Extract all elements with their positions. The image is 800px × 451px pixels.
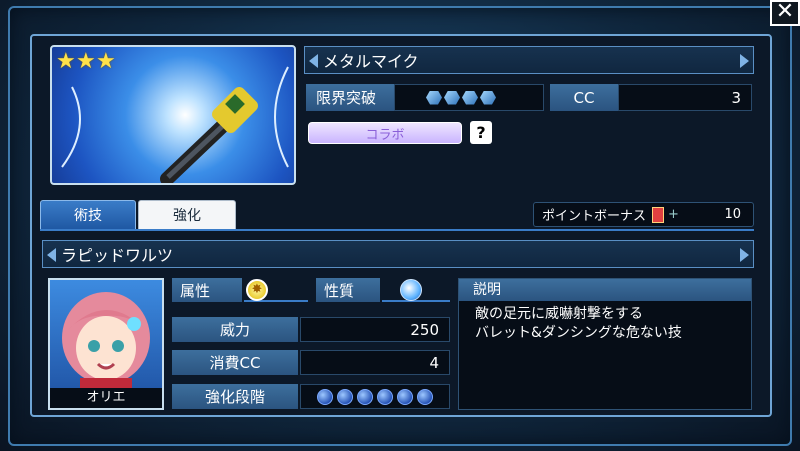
point-bonus-label: ポイントボーナス bbox=[542, 209, 647, 224]
tab-underline bbox=[40, 229, 754, 231]
attribute-value: ✸ bbox=[244, 278, 308, 302]
description-text: 敵の足元に威嚇射撃をする バレット&ダンシングな危ない技 bbox=[459, 301, 751, 347]
help-button[interactable]: ? bbox=[470, 121, 492, 144]
description-box: 説明 敵の足元に威嚇射撃をする バレット&ダンシングな危ない技 bbox=[458, 278, 752, 410]
skill-name: ラピッドワルツ bbox=[61, 246, 174, 265]
power-value: 250 bbox=[300, 317, 450, 342]
light-element-icon: ✸ bbox=[246, 279, 268, 301]
enhance-orb-icon bbox=[417, 388, 433, 405]
enhance-orb-icon bbox=[357, 388, 373, 405]
enhance-orb-icon bbox=[337, 388, 353, 405]
property-value bbox=[382, 278, 450, 302]
item-card-image: ★ ★ ★ bbox=[50, 45, 296, 185]
skill-name-bar: ラピッドワルツ bbox=[42, 240, 754, 268]
cc-value: 3 bbox=[618, 84, 752, 111]
point-bonus-plus: + bbox=[668, 207, 679, 222]
enhance-orb-icon bbox=[377, 388, 393, 405]
bonus-ticket-icon bbox=[652, 206, 665, 223]
character-portrait: オリエ bbox=[48, 278, 164, 410]
tab-skill[interactable]: 術技 bbox=[40, 200, 136, 230]
item-name: メタルマイク bbox=[323, 52, 419, 71]
limit-break-label: 限界突破 bbox=[306, 84, 394, 111]
cost-value: 4 bbox=[300, 350, 450, 375]
description-line: 敵の足元に威嚇射撃をする bbox=[475, 306, 643, 322]
enhance-level-orbs bbox=[300, 384, 450, 409]
description-label: 説明 bbox=[459, 279, 751, 301]
character-face-icon bbox=[62, 292, 150, 392]
limit-break-gem-icon bbox=[480, 90, 496, 105]
power-label: 威力 bbox=[172, 317, 298, 342]
description-line: バレット&ダンシングな危ない技 bbox=[475, 325, 682, 341]
property-label: 性質 bbox=[316, 278, 380, 302]
close-button[interactable]: ✕ bbox=[770, 0, 800, 26]
item-name-bar: メタルマイク bbox=[304, 46, 754, 74]
limit-break-gem-icon bbox=[444, 90, 460, 105]
character-name: オリエ bbox=[50, 388, 162, 408]
cost-label: 消費CC bbox=[172, 350, 298, 375]
tab-enhance[interactable]: 強化 bbox=[138, 200, 236, 230]
limit-break-gem-icon bbox=[426, 90, 442, 105]
game-screen: ✕ ★ ★ ★ メタルマイク 限界突破 CC 3 コラボ ? 術技 強化 ポイン… bbox=[0, 0, 800, 451]
enhance-level-label: 強化段階 bbox=[172, 384, 298, 409]
cc-label: CC bbox=[550, 84, 618, 111]
limit-break-gem-icon bbox=[462, 90, 478, 105]
limit-break-gems bbox=[394, 84, 544, 111]
water-swirl-icon bbox=[400, 279, 422, 301]
point-bonus-box: ポイントボーナス + 10 bbox=[533, 202, 754, 227]
enhance-orb-icon bbox=[317, 388, 333, 405]
collab-badge: コラボ bbox=[308, 122, 462, 144]
point-bonus-value: 10 bbox=[724, 207, 741, 222]
attribute-label: 属性 bbox=[172, 278, 242, 302]
microphone-icon bbox=[61, 66, 289, 183]
enhance-orb-icon bbox=[397, 388, 413, 405]
